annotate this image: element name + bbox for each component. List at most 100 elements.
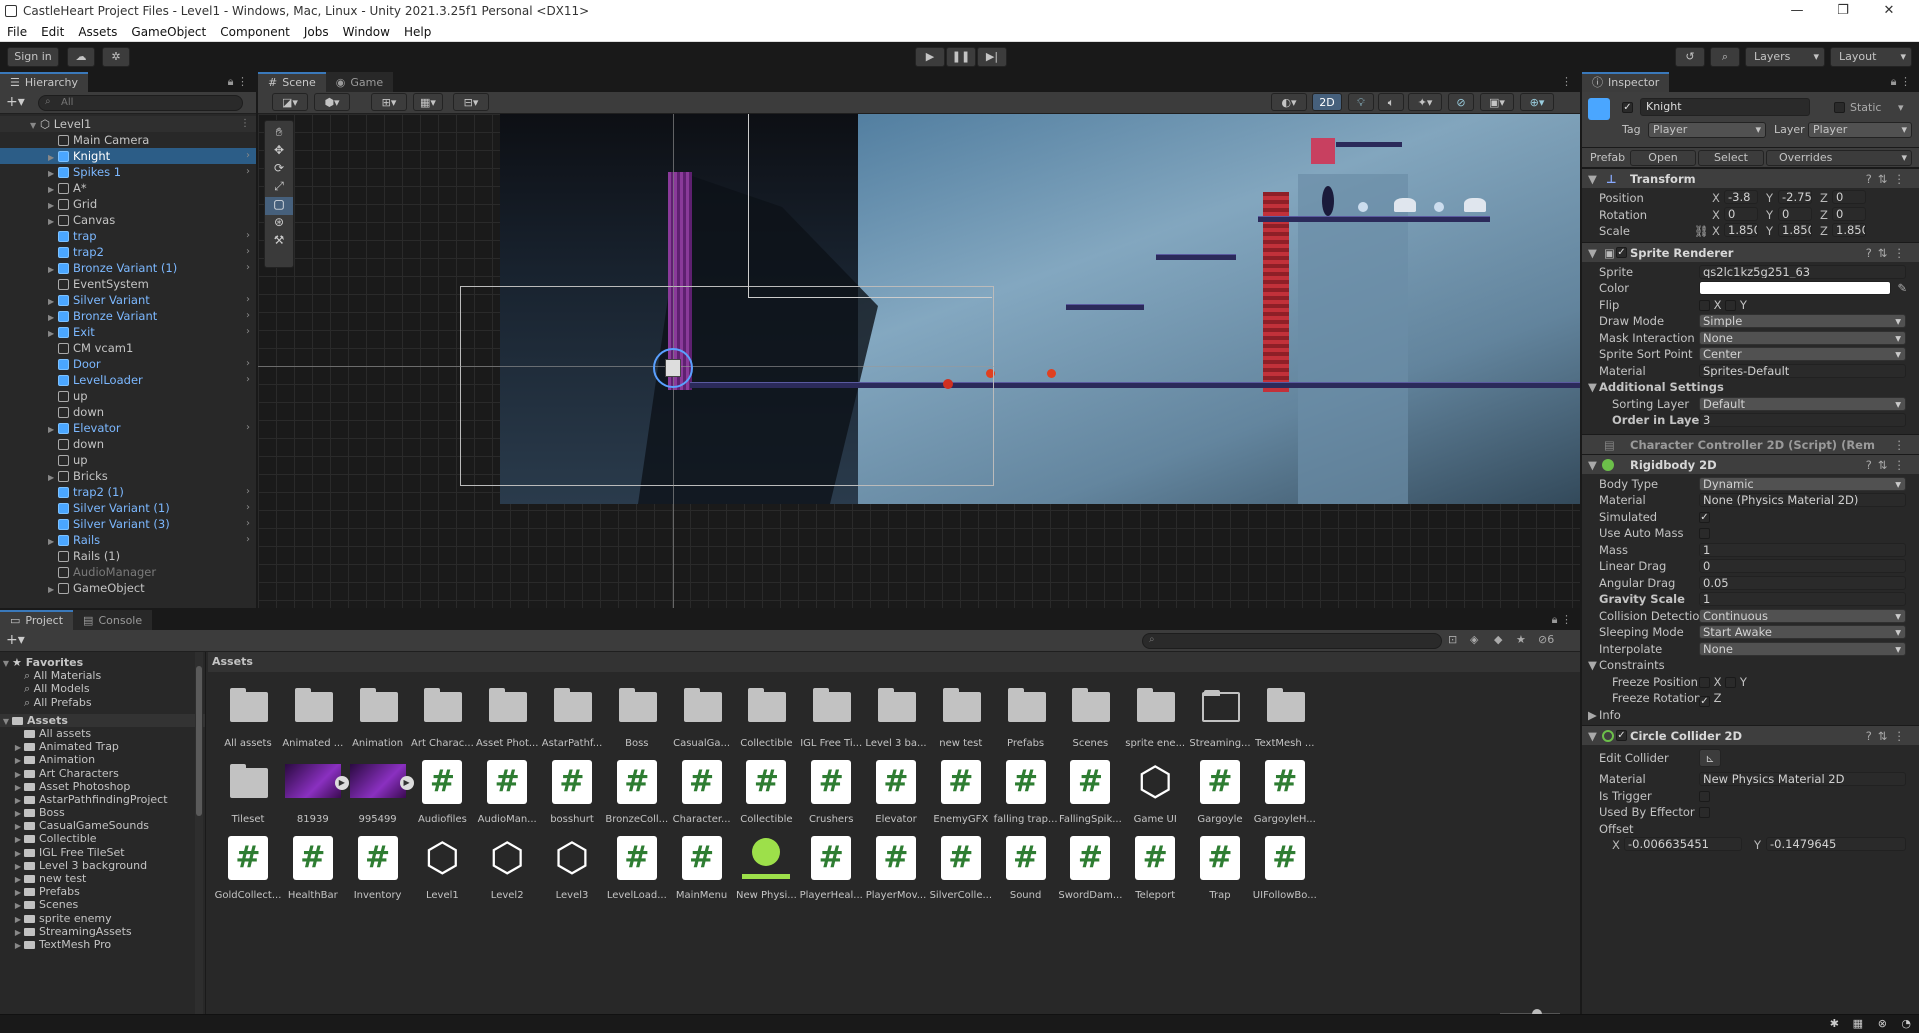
- asset-item[interactable]: IGL Free Ti...: [800, 682, 862, 749]
- sprite-renderer-header[interactable]: ▼ ▣ ✓ Sprite Renderer ?⇅⋮: [1582, 241, 1919, 263]
- lock-icon[interactable]: 🔒︎ ⋮: [1552, 610, 1572, 630]
- hierarchy-item[interactable]: Rails (1): [0, 548, 256, 564]
- edit-collider-button[interactable]: ⊾: [1699, 749, 1721, 767]
- asset-item[interactable]: # Elevator: [866, 758, 926, 825]
- fold-arrow-icon[interactable]: ▼: [1588, 169, 1597, 189]
- project-tree-item[interactable]: ▶ Scenes: [0, 898, 205, 911]
- asset-item[interactable]: Boss: [607, 682, 667, 749]
- shading-icon[interactable]: ◐▾: [1271, 93, 1307, 111]
- sorting-layer-dropdown[interactable]: Default: [1699, 396, 1906, 411]
- knight-sprite[interactable]: [665, 359, 681, 377]
- rotation-y-field[interactable]: 0: [1778, 206, 1812, 221]
- notifications-icon[interactable]: ⊗: [1878, 1017, 1887, 1030]
- rigidbody-header[interactable]: ▼ Rigidbody 2D ?⇅⋮: [1582, 453, 1919, 475]
- link-icon[interactable]: ⛓: [1694, 223, 1709, 240]
- rotation-z-field[interactable]: 0: [1832, 206, 1866, 221]
- fold-arrow-icon[interactable]: ▼: [1588, 455, 1597, 475]
- grid-icon[interactable]: ▦▾: [413, 93, 443, 111]
- asset-item[interactable]: sprite ene...: [1125, 682, 1185, 749]
- hierarchy-item[interactable]: ▶ Spikes 1 ›: [0, 164, 256, 180]
- pause-button[interactable]: ❚❚: [946, 47, 976, 67]
- play-button[interactable]: ▶: [915, 47, 945, 67]
- hierarchy-item[interactable]: ▶ Knight ›: [0, 148, 256, 164]
- open-prefab-chevron-icon[interactable]: ›: [246, 500, 250, 516]
- close-button[interactable]: ✕: [1866, 0, 1912, 22]
- asset-item[interactable]: # BronzeColl...: [605, 758, 668, 825]
- asset-item[interactable]: ⬡ Level2: [477, 834, 537, 901]
- assets-header[interactable]: ▼ Assets: [0, 713, 205, 727]
- hierarchy-item[interactable]: up: [0, 388, 256, 404]
- fold-arrow-icon[interactable]: ▼: [1588, 657, 1597, 674]
- breadcrumb-assets[interactable]: Assets: [212, 655, 253, 668]
- expand-arrow-icon[interactable]: ▶: [48, 582, 58, 598]
- minimize-button[interactable]: —: [1774, 0, 1820, 22]
- scale-z-field[interactable]: 1.850!: [1832, 223, 1866, 237]
- hierarchy-item[interactable]: trap2 ›: [0, 244, 256, 260]
- hierarchy-item[interactable]: ▶ Exit ›: [0, 324, 256, 340]
- eyedropper-icon[interactable]: ✎: [1897, 280, 1907, 297]
- asset-item[interactable]: # MainMenu: [672, 834, 732, 901]
- hierarchy-item[interactable]: Silver Variant (3) ›: [0, 516, 256, 532]
- prefab-select-button[interactable]: Select: [1698, 150, 1764, 166]
- tree-scrollbar[interactable]: [195, 652, 203, 1014]
- sleeping-dropdown[interactable]: Start Awake: [1699, 625, 1906, 639]
- hierarchy-item[interactable]: ▶ Bronze Variant (1) ›: [0, 260, 256, 276]
- add-icon[interactable]: +▾: [6, 632, 25, 648]
- info-row[interactable]: ▶ Info: [1582, 707, 1919, 724]
- effects-icon[interactable]: ✦▾: [1408, 93, 1442, 111]
- tab-game[interactable]: ◉ Game: [325, 72, 394, 92]
- lighting-icon[interactable]: 💡︎: [1348, 93, 1374, 111]
- component-menu-icon[interactable]: ?⇅⋮: [1866, 243, 1911, 263]
- tag-icon[interactable]: ◆: [1494, 633, 1502, 646]
- step-button[interactable]: ▶|: [977, 47, 1007, 67]
- asset-item[interactable]: # EnemyGFX: [931, 758, 991, 825]
- asset-item[interactable]: ▶ 995499: [348, 758, 414, 825]
- freeze-x-checkbox[interactable]: [1699, 676, 1710, 688]
- favorite-star-icon[interactable]: ★: [1516, 633, 1526, 646]
- open-prefab-chevron-icon[interactable]: ›: [246, 148, 250, 164]
- asset-item[interactable]: # bosshurt: [542, 758, 602, 825]
- collision-dropdown[interactable]: Continuous: [1699, 608, 1906, 623]
- offset-y-field[interactable]: -0.1479645: [1766, 837, 1906, 851]
- freeze-z-checkbox[interactable]: ✓: [1699, 696, 1710, 707]
- hierarchy-item[interactable]: ▶ Silver Variant ›: [0, 292, 256, 308]
- component-menu-icon[interactable]: ⋮: [1894, 435, 1912, 455]
- asset-item[interactable]: # falling trap...: [994, 758, 1058, 825]
- hierarchy-item[interactable]: Door ›: [0, 356, 256, 372]
- scale-tool-icon[interactable]: ⤢: [265, 179, 293, 197]
- debug-icon[interactable]: ✱: [1830, 1017, 1839, 1030]
- asset-item[interactable]: # GoldCollect...: [215, 834, 281, 901]
- asset-item[interactable]: ⬡ Game UI: [1125, 758, 1185, 825]
- component-menu-icon[interactable]: ?⇅⋮: [1866, 455, 1911, 475]
- project-tree-item[interactable]: ▶ IGL Free TileSet: [0, 846, 205, 859]
- project-tree-item[interactable]: ▶ Prefabs: [0, 885, 205, 898]
- project-tree-item[interactable]: ▶ sprite enemy: [0, 912, 205, 925]
- hidden-packages-icon[interactable]: ⊘6: [1538, 633, 1554, 646]
- hierarchy-item[interactable]: ▶ Bronze Variant ›: [0, 308, 256, 324]
- asset-item[interactable]: # SilverColle...: [930, 834, 992, 901]
- toggle-2d-button[interactable]: 2D: [1312, 93, 1342, 111]
- hierarchy-item[interactable]: EventSystem: [0, 276, 256, 292]
- position-y-field[interactable]: -2.75: [1778, 190, 1812, 204]
- position-x-field[interactable]: -3.8: [1724, 190, 1758, 204]
- hierarchy-item[interactable]: Main Camera: [0, 132, 256, 148]
- history-icon[interactable]: ↺: [1675, 47, 1705, 67]
- auto-mass-checkbox[interactable]: [1699, 528, 1710, 539]
- asset-item[interactable]: Prefabs: [996, 682, 1056, 749]
- scene-viewport[interactable]: ✋︎ ✥ ⟳ ⤢ ▢ ⊛ ⚒: [258, 114, 1580, 608]
- simulated-checkbox[interactable]: ✓: [1699, 511, 1710, 523]
- flip-x-checkbox[interactable]: [1699, 299, 1710, 311]
- scene-root[interactable]: ▼ ⬡ Level1 ⋮: [0, 116, 256, 132]
- asset-item[interactable]: # Character...: [672, 758, 732, 825]
- project-search-input[interactable]: ⌕: [1142, 633, 1442, 649]
- project-tree-item[interactable]: ▶ CasualGameSounds: [0, 819, 205, 832]
- asset-item[interactable]: # Audiofiles: [412, 758, 472, 825]
- open-prefab-chevron-icon[interactable]: ›: [246, 484, 250, 500]
- hierarchy-item[interactable]: trap ›: [0, 228, 256, 244]
- favorite-item[interactable]: ⌕ All Models: [0, 682, 205, 695]
- asset-item[interactable]: Art Charac...: [411, 682, 474, 749]
- asset-item[interactable]: Collectible: [736, 682, 796, 749]
- fold-arrow-icon[interactable]: ▼: [1588, 726, 1597, 746]
- hierarchy-item[interactable]: LevelLoader ›: [0, 372, 256, 388]
- favorite-item[interactable]: ⌕ All Prefabs: [0, 696, 205, 709]
